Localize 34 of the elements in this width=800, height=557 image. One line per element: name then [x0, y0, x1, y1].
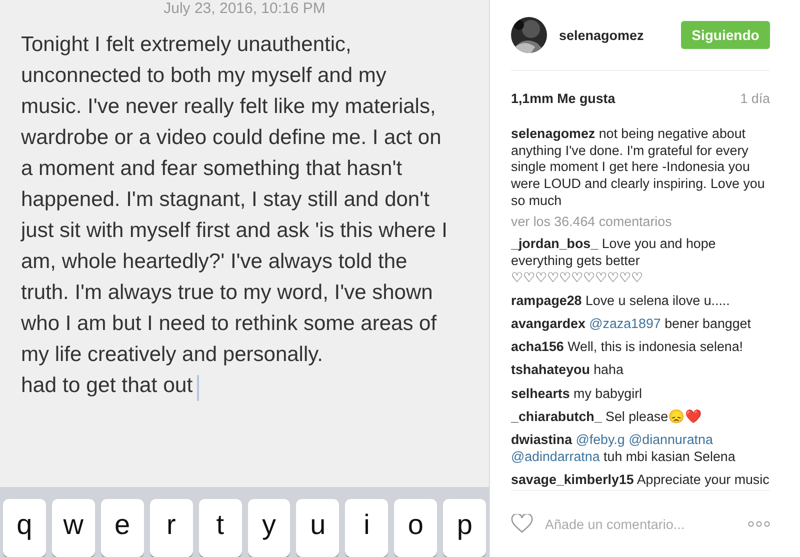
comment: _jordan_bos_ Love you and hope everything gets better ♡♡♡♡♡♡♡♡♡♡♡: [511, 236, 717, 286]
mention-link[interactable]: @feby.g: [576, 432, 625, 448]
keyboard-key[interactable]: y: [248, 499, 290, 557]
comment: savage_kimberly15 Appreciate your music: [511, 472, 770, 489]
keyboard-key[interactable]: w: [52, 499, 95, 557]
comment: acha156 Well, this is indonesia selena!: [511, 339, 744, 356]
keyboard-key[interactable]: r: [150, 499, 193, 557]
likes-count[interactable]: 1,1mm Me gusta: [511, 91, 616, 106]
comment: dwiastina @feby.g @diannuratna @adindarratna tuh mbi kasian Selena: [511, 432, 736, 466]
post-time: 1 día: [740, 91, 770, 106]
keyboard-key[interactable]: u: [296, 499, 340, 557]
note-date: July 23, 2016, 10:16 PM: [162, 0, 326, 17]
more-options-icon[interactable]: [748, 521, 770, 527]
comment-field[interactable]: Añade un comentario...: [545, 516, 736, 532]
keyboard-key[interactable]: q: [3, 499, 46, 557]
mention-link[interactable]: @zaza1897: [589, 316, 661, 332]
keyboard-key[interactable]: t: [198, 499, 242, 557]
caption: selenagomez not being negative about anything I've done. I'm grateful for every single moment I get here -Indonesia you were LOUD and clearly inspiring. Love you so much: [511, 126, 766, 210]
keyboard-key[interactable]: i: [345, 499, 388, 557]
comment: _chiarabutch_ Sel please😞❤: [511, 408, 704, 426]
note-text: had to get that out: [21, 372, 193, 399]
comment: selhearts my babygirl: [511, 386, 644, 402]
comment: avangardex @zaza1897 bener bangget: [511, 316, 752, 333]
comment: rampage28 Love u selena ilove u.....: [511, 292, 731, 310]
note-text: Tonight I felt extremely unauthentic, unconnected to both my myself and my music. I've never really felt like my materials, wardrobe or a video could define me. I act on a moment and fear something that hasn't happened. I'm stagnant, I stay still and don't just sit with myself first and ask 'is this where I am, whole heartedly?' I've always told the truth. I'm always true to my word, I've shown who I am but I need to rethink some areas of my life creatively and personally.: [21, 32, 448, 368]
mention-link[interactable]: @adindarratna: [511, 448, 600, 464]
text-cursor: [196, 374, 199, 401]
username[interactable]: selenagomez: [559, 28, 681, 42]
mention-link[interactable]: @diannuratna: [628, 432, 713, 448]
keyboard-key[interactable]: p: [443, 499, 486, 557]
keyboard-key[interactable]: o: [394, 499, 438, 557]
comment: tshahateyou haha: [511, 362, 624, 380]
keyboard-key[interactable]: e: [100, 499, 144, 557]
heart-icon[interactable]: [511, 514, 533, 534]
